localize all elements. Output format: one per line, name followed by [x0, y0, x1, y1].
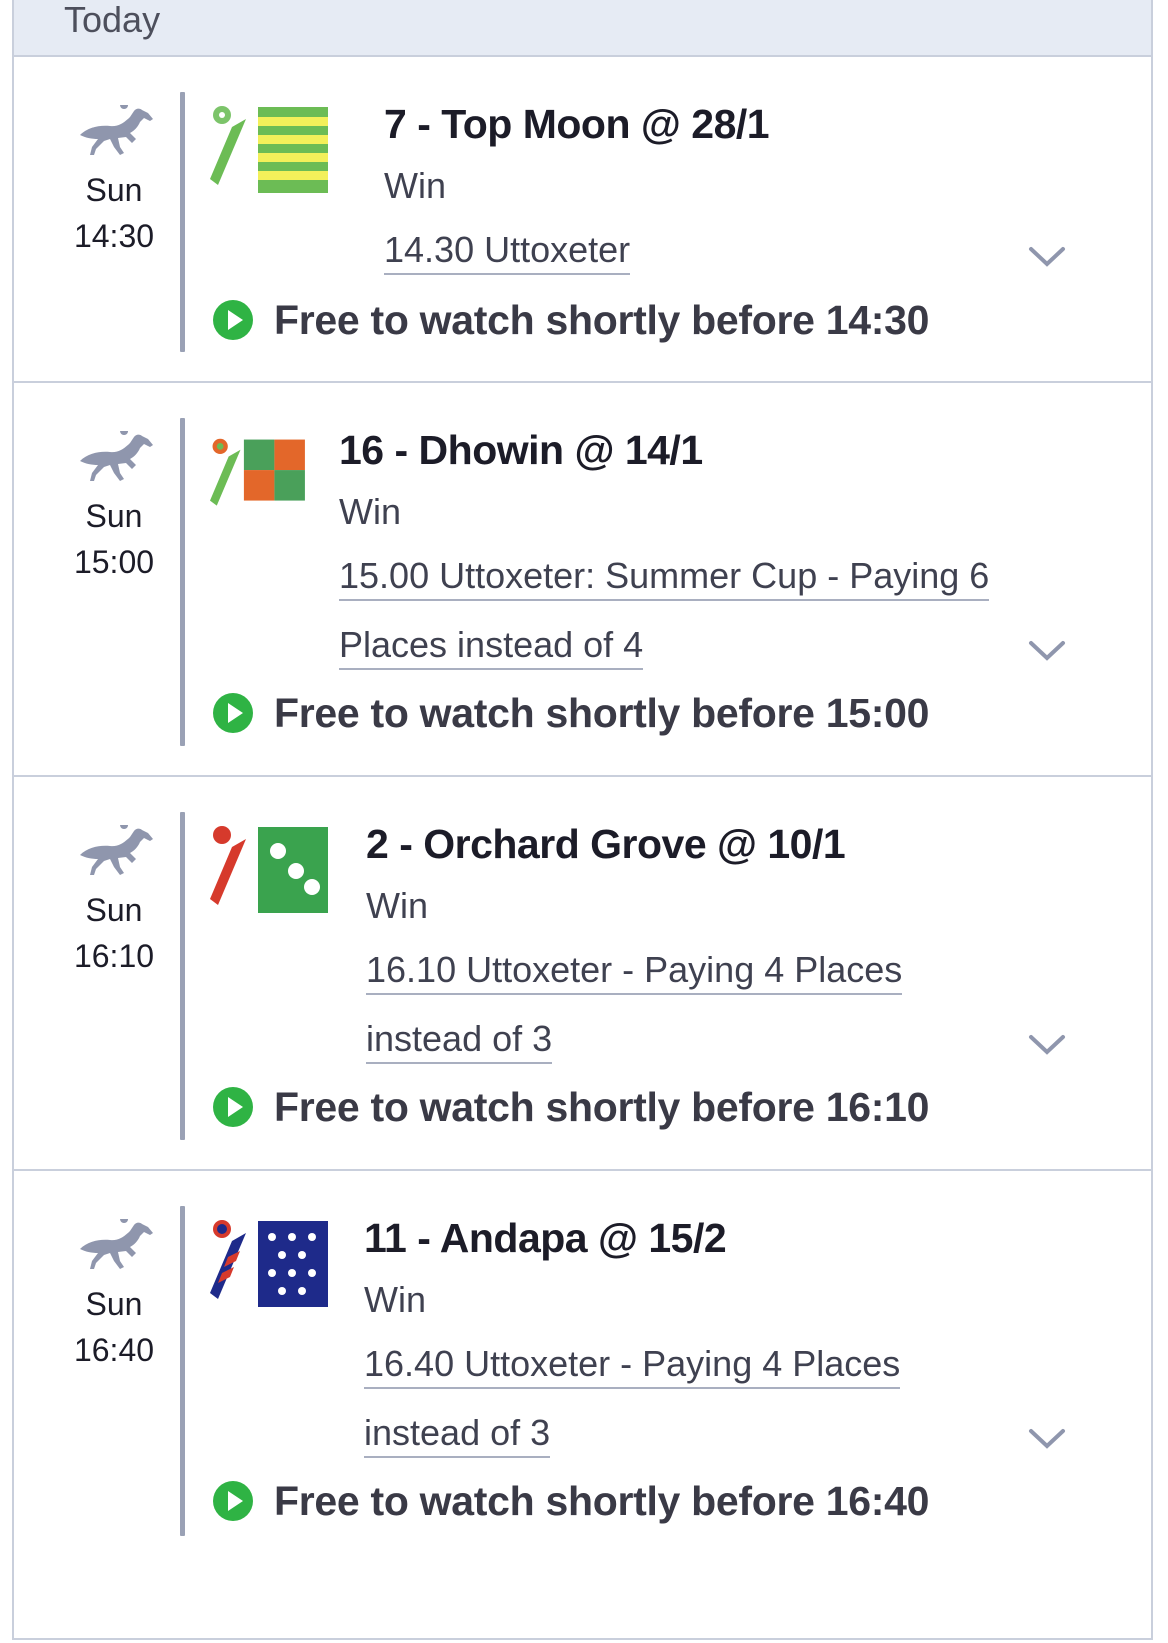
free-to-watch[interactable]: Free to watch shortly before 15:00: [212, 690, 929, 736]
race-day: Sun: [85, 892, 143, 928]
bet-selection-title: 2 - Orchard Grove @ 10/1: [366, 821, 846, 867]
bet-selection-title: 7 - Top Moon @ 28/1: [384, 101, 770, 147]
free-to-watch-label: Free to watch shortly before 16:10: [274, 1083, 930, 1130]
bet-type: Win: [384, 165, 446, 206]
bet-selection-title: 11 - Andapa @ 15/2: [364, 1215, 727, 1261]
race-day: Sun: [85, 172, 143, 208]
race-time-column: Sun 14:30: [54, 105, 174, 259]
race-time: 16:10: [73, 938, 155, 974]
race-day: Sun: [85, 1286, 143, 1322]
jockey-silk-green-orange-quartered-icon: [210, 438, 305, 506]
horse-racing-icon: [80, 105, 153, 155]
race-link-text[interactable]: 15.00 Uttoxeter: Summer Cup - Paying 6: [339, 555, 990, 601]
chevron-down-icon[interactable]: [1028, 639, 1066, 663]
play-icon: [213, 1087, 253, 1127]
play-icon: [213, 1481, 253, 1521]
race-link[interactable]: 16.40 Uttoxeter - Paying 4 Places instea…: [364, 1329, 994, 1467]
race-link-text[interactable]: 16.40 Uttoxeter - Paying 4 Places: [364, 1343, 901, 1389]
bet-selection-title: 16 - Dhowin @ 14/1: [339, 427, 703, 473]
card-divider: [180, 418, 185, 746]
jockey-silk-blue-white-stars-icon: [210, 1220, 328, 1307]
free-to-watch-label: Free to watch shortly before 15:00: [274, 689, 930, 736]
card-divider: [180, 812, 185, 1140]
race-link-text[interactable]: 16.10 Uttoxeter - Paying 4 Places: [366, 949, 903, 995]
play-icon: [213, 693, 253, 733]
chevron-down-icon[interactable]: [1028, 1427, 1066, 1451]
horse-racing-icon: [80, 825, 153, 875]
race-link[interactable]: 15.00 Uttoxeter: Summer Cup - Paying 6 P…: [339, 541, 1019, 679]
bet-card[interactable]: Sun 14:30 7 - Top Moon @ 28/1 Win 14.30 …: [14, 57, 1151, 383]
free-to-watch[interactable]: Free to watch shortly before 16:10: [212, 1084, 929, 1130]
jockey-silk-green-white-spots-icon: [210, 826, 328, 913]
race-time: 14:30: [73, 218, 155, 254]
horse-racing-icon: [80, 431, 153, 481]
race-link[interactable]: 14.30 Uttoxeter: [384, 215, 1024, 284]
race-link-text[interactable]: 14.30 Uttoxeter: [384, 229, 631, 275]
race-time-column: Sun 16:10: [54, 825, 174, 979]
race-link[interactable]: 16.10 Uttoxeter - Paying 4 Places instea…: [366, 935, 986, 1073]
chevron-down-icon[interactable]: [1028, 1033, 1066, 1057]
bet-card[interactable]: Sun 15:00 16 - Dhowin @ 14/1 Win 15.00 U…: [14, 383, 1151, 777]
race-time-column: Sun 15:00: [54, 431, 174, 585]
day-section-header: Today: [12, 0, 1153, 57]
free-to-watch-label: Free to watch shortly before 14:30: [274, 296, 930, 343]
day-header-label: Today: [64, 0, 161, 40]
race-time-column: Sun 16:40: [54, 1219, 174, 1373]
bet-type: Win: [366, 885, 428, 926]
race-link-text-continued[interactable]: instead of 3: [364, 1412, 551, 1458]
horse-racing-icon: [80, 1219, 153, 1269]
play-icon: [213, 300, 253, 340]
race-day: Sun: [85, 498, 143, 534]
jockey-silk-yellow-green-hoops-icon: [210, 106, 328, 193]
free-to-watch[interactable]: Free to watch shortly before 14:30: [212, 297, 929, 343]
free-to-watch-label: Free to watch shortly before 16:40: [274, 1477, 930, 1524]
race-time: 15:00: [73, 544, 155, 580]
race-link-text-continued[interactable]: Places instead of 4: [339, 624, 644, 670]
free-to-watch[interactable]: Free to watch shortly before 16:40: [212, 1478, 929, 1524]
race-link-text-continued[interactable]: instead of 3: [366, 1018, 553, 1064]
bet-type: Win: [339, 491, 401, 532]
card-divider: [180, 92, 185, 352]
chevron-down-icon[interactable]: [1028, 245, 1066, 269]
race-time: 16:40: [73, 1332, 155, 1368]
bet-card[interactable]: Sun 16:10 2 - Orchard Grove @ 10/1 Win 1…: [14, 777, 1151, 1171]
bet-type: Win: [364, 1279, 426, 1320]
card-divider: [180, 1206, 185, 1536]
bet-card[interactable]: Sun 16:40 11 - Andapa @ 15/2 Win 16.40 U…: [14, 1171, 1151, 1638]
